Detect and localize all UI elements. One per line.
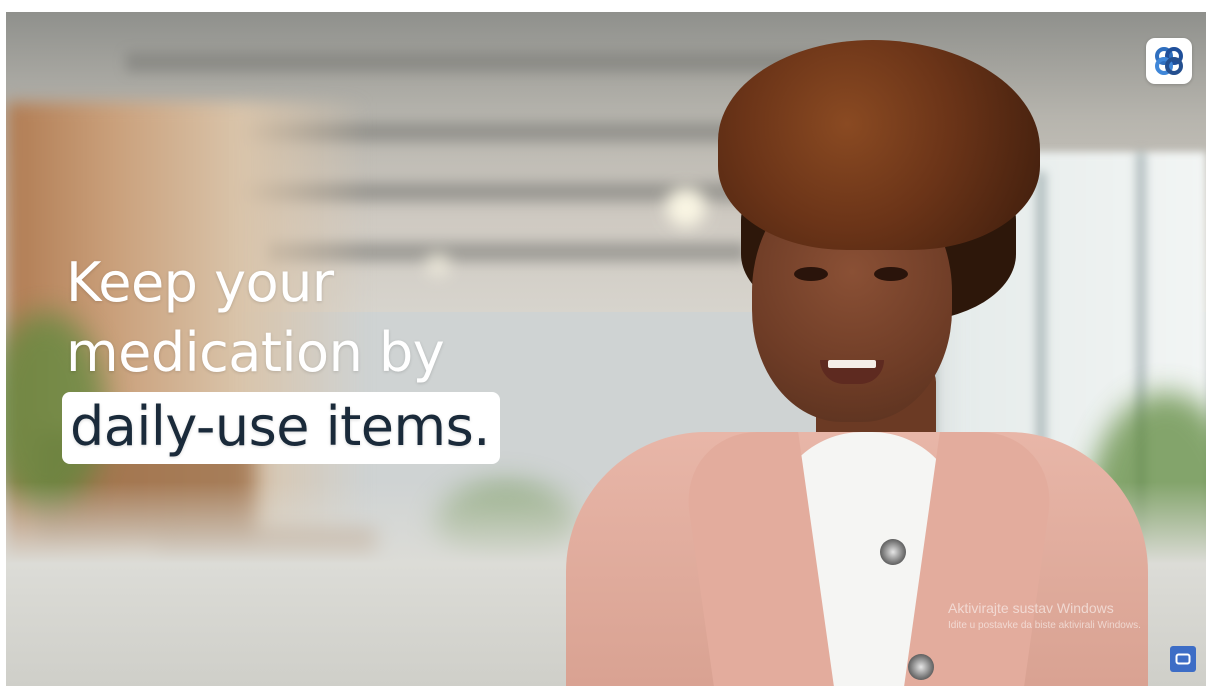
video-frame[interactable]: Keep your medication by daily-use items.… [6, 12, 1206, 686]
caption-line-2: medication by [66, 321, 445, 384]
brand-logo-icon [1146, 38, 1192, 84]
presenter-hair [718, 40, 1040, 250]
watermark-title: Aktivirajte sustav Windows [948, 600, 1114, 616]
caption-line-1: Keep your [66, 251, 334, 314]
caption-highlight: daily-use items. [62, 392, 500, 464]
windows-activation-watermark: Aktivirajte sustav Windows Idite u posta… [948, 600, 1141, 631]
video-caption: Keep your medication by daily-use items. [62, 248, 500, 464]
screen-control-icon[interactable] [1170, 646, 1196, 672]
watermark-subtitle: Idite u postavke da biste aktivirali Win… [948, 620, 1141, 631]
presenter [526, 12, 1166, 686]
